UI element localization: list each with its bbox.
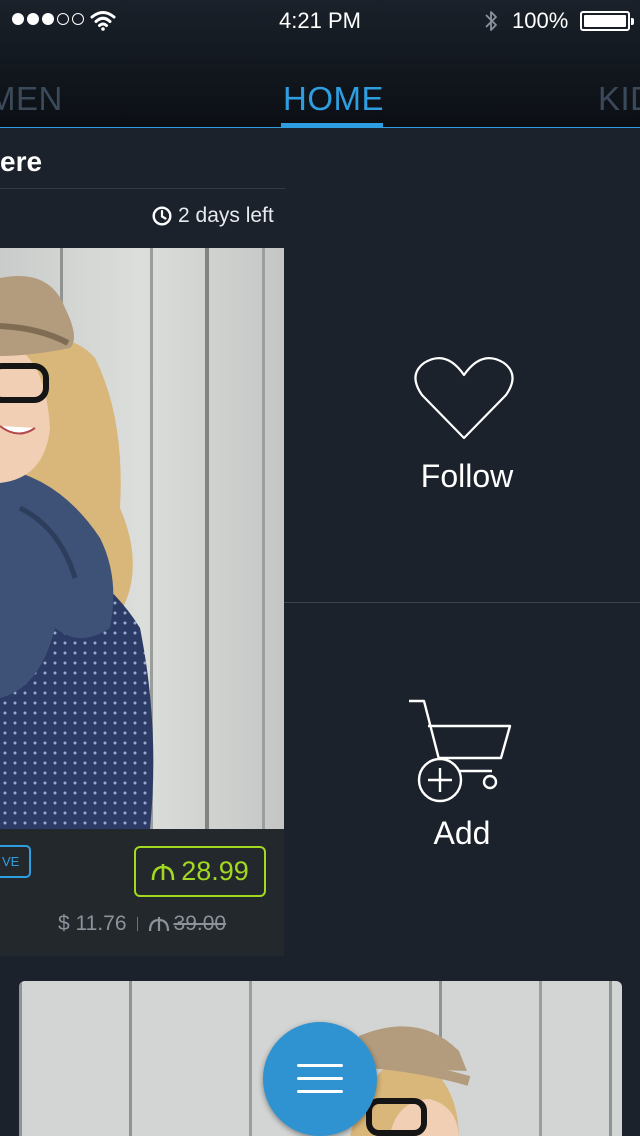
- follow-button[interactable]: Follow: [284, 248, 640, 602]
- app-header: 4:21 PM 100% MEN HOME KID: [0, 0, 640, 128]
- product-actions: Follow Add: [284, 248, 640, 956]
- add-to-cart-icon: [409, 699, 512, 803]
- price-separator: [136, 917, 138, 931]
- product-image[interactable]: [0, 248, 284, 829]
- price-button[interactable]: 28.99: [134, 846, 266, 897]
- clock-icon: [152, 206, 172, 226]
- currency-icon: [148, 917, 169, 932]
- original-price: 39.00: [148, 912, 227, 936]
- currency-icon: [151, 863, 175, 880]
- time-left: 2 days left: [152, 203, 274, 229]
- menu-button[interactable]: [263, 1022, 377, 1136]
- battery-percentage: 100%: [512, 8, 569, 33]
- alt-price: $ 11.76: [58, 912, 127, 935]
- event-title[interactable]: ere: [0, 146, 42, 178]
- add-to-cart-button[interactable]: Add: [284, 603, 640, 956]
- event-divider: [0, 188, 285, 189]
- current-price: 28.99: [181, 856, 249, 886]
- heart-icon: [414, 357, 514, 440]
- alternative-prices: $ 11.76 39.00: [58, 912, 226, 936]
- status-bar: 4:21 PM 100%: [0, 0, 640, 40]
- category-tabs: MEN HOME KID: [0, 70, 640, 128]
- product-price-panel: VE 28.99 $ 11.76 39.00: [0, 829, 284, 956]
- add-label: Add: [433, 815, 491, 851]
- bluetooth-icon: [485, 11, 497, 31]
- follow-label: Follow: [420, 458, 514, 494]
- tab-kids[interactable]: KID: [598, 80, 640, 118]
- time-left-text: 2 days left: [178, 204, 274, 227]
- battery-icon: [580, 11, 634, 31]
- live-badge: VE: [0, 845, 31, 878]
- original-price-value: 39.00: [173, 912, 227, 935]
- tab-men[interactable]: MEN: [0, 80, 63, 118]
- header-divider: [0, 127, 640, 128]
- tab-home[interactable]: HOME: [283, 80, 384, 118]
